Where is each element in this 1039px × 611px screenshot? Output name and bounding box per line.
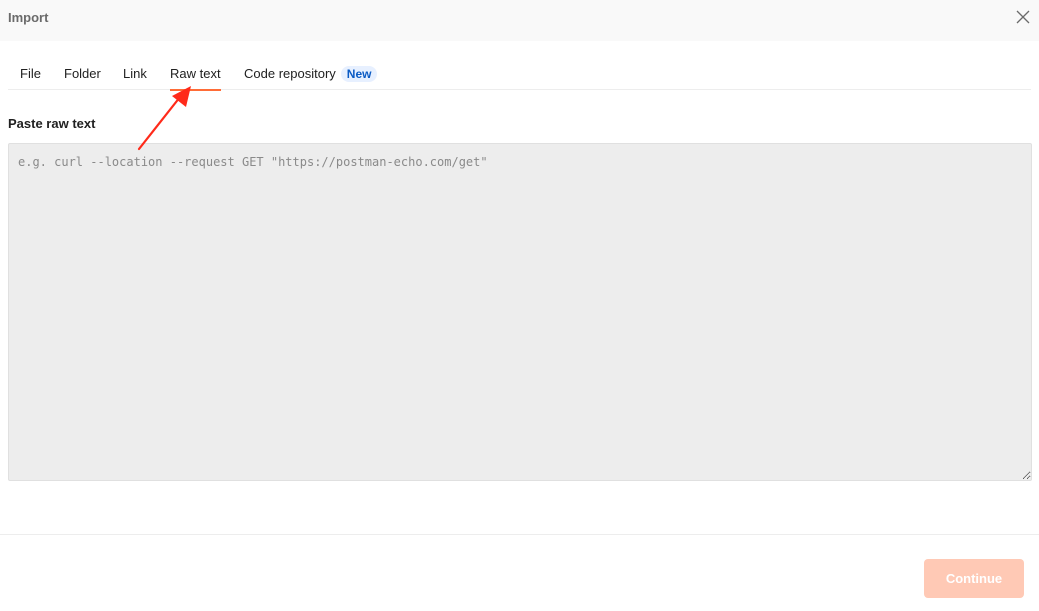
tab-raw-text[interactable]: Raw text (170, 66, 221, 91)
tab-folder[interactable]: Folder (64, 66, 101, 89)
tab-file[interactable]: File (20, 66, 41, 89)
raw-text-input[interactable] (8, 143, 1032, 481)
import-dialog: Import File Folder Link Raw text Code re… (0, 0, 1039, 611)
tab-label: Link (123, 66, 147, 81)
raw-text-label: Paste raw text (8, 116, 96, 131)
dialog-title: Import (8, 10, 49, 25)
tab-code-repository[interactable]: Code repository New (244, 66, 378, 89)
close-button[interactable] (1015, 9, 1031, 25)
close-icon (1016, 10, 1030, 24)
tab-link[interactable]: Link (123, 66, 147, 89)
footer-divider (0, 534, 1039, 535)
tab-label: Raw text (170, 66, 221, 81)
tab-label: Code repository (244, 66, 336, 81)
tab-label: Folder (64, 66, 101, 81)
import-tabs: File Folder Link Raw text Code repositor… (8, 60, 1031, 91)
dialog-header: Import (0, 0, 1039, 41)
new-badge: New (340, 66, 378, 82)
continue-button[interactable]: Continue (924, 559, 1024, 598)
tab-label: File (20, 66, 41, 81)
